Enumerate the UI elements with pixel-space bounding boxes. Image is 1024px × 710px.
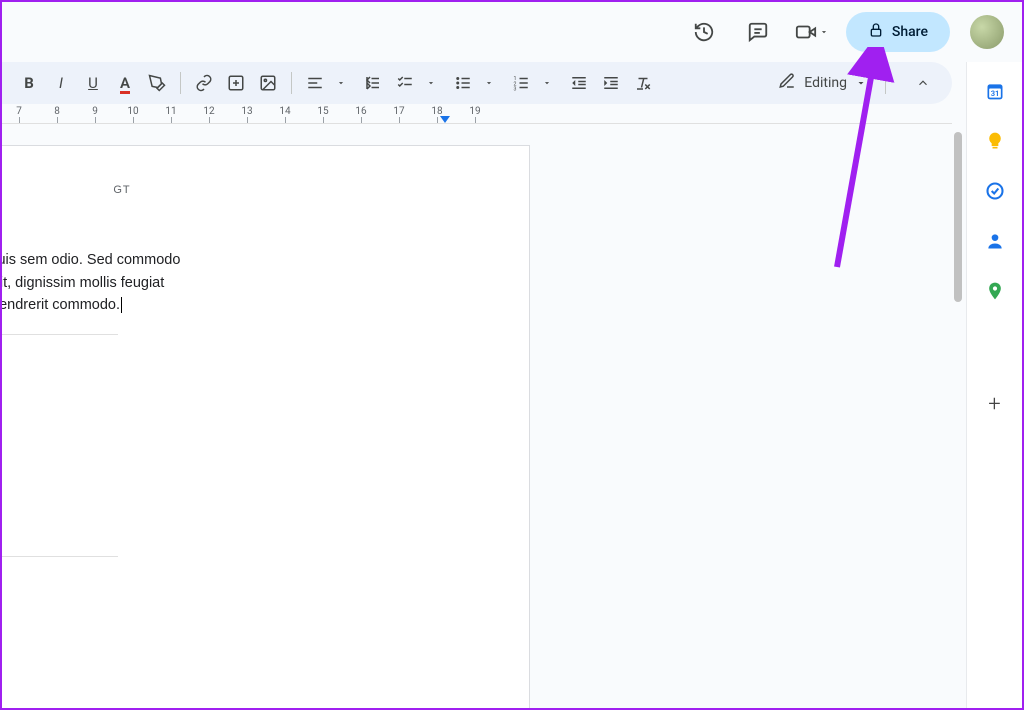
vertical-scrollbar[interactable] (954, 132, 964, 312)
link-button[interactable] (189, 69, 219, 97)
add-comment-button[interactable] (221, 69, 251, 97)
document-canvas[interactable]: GT sectetur adipiscing elit. Curabitur q… (2, 127, 952, 708)
divider (2, 334, 118, 335)
indent-marker[interactable] (440, 116, 450, 123)
toolbar-separator (291, 72, 292, 94)
bold-button[interactable]: B (14, 69, 44, 97)
text-cursor (121, 297, 122, 313)
align-dropdown[interactable] (326, 69, 356, 97)
paragraph[interactable]: sectetur adipiscing elit. Curabitur quis… (2, 249, 469, 316)
tasks-icon[interactable] (984, 180, 1006, 202)
text-line: sectetur adipiscing elit. Curabitur quis… (2, 252, 180, 268)
history-icon[interactable] (684, 12, 724, 52)
collapse-toolbar-button[interactable] (906, 66, 940, 100)
maps-icon[interactable] (984, 280, 1006, 302)
contacts-icon[interactable] (984, 230, 1006, 252)
text-color-button[interactable]: A (110, 69, 140, 97)
calendar-icon[interactable]: 31 (984, 80, 1006, 102)
format-toolbar: B I U A 123 (2, 62, 952, 104)
add-addon-button[interactable]: + (988, 392, 1000, 417)
toolbar-separator (180, 72, 181, 94)
highlight-button[interactable] (142, 69, 172, 97)
page-header[interactable]: GT (2, 182, 469, 199)
editing-label: Editing (804, 75, 847, 91)
editing-mode-button[interactable]: Editing (768, 68, 877, 98)
chevron-down-icon (855, 77, 867, 89)
clear-formatting-button[interactable] (628, 69, 658, 97)
underline-button[interactable]: U (78, 69, 108, 97)
share-button[interactable]: Share (846, 12, 950, 52)
checklist-dropdown[interactable] (416, 69, 446, 97)
horizontal-ruler[interactable]: 678910111213141516171819 (2, 104, 952, 124)
pencil-icon (778, 72, 796, 94)
decrease-indent-button[interactable] (564, 69, 594, 97)
share-label: Share (892, 24, 928, 40)
scrollbar-thumb[interactable] (954, 132, 962, 302)
side-panel: 31 + (966, 62, 1022, 708)
account-avatar[interactable] (970, 15, 1004, 49)
text-line: odio consectetur in. Mauris dolor elit, … (2, 275, 164, 291)
meet-button[interactable] (792, 12, 832, 52)
toolbar-separator (885, 72, 886, 94)
divider (2, 556, 118, 557)
line-spacing-button[interactable] (358, 69, 388, 97)
app-header: Share (2, 2, 1022, 62)
text-line: ntesque venenatis odio nec nunc hendreri… (2, 297, 120, 313)
lock-icon (868, 22, 884, 42)
increase-indent-button[interactable] (596, 69, 626, 97)
svg-text:31: 31 (990, 89, 999, 98)
keep-icon[interactable] (984, 130, 1006, 152)
svg-text:3: 3 (514, 87, 517, 93)
comments-icon[interactable] (738, 12, 778, 52)
bulleted-list-dropdown[interactable] (474, 69, 504, 97)
insert-image-button[interactable] (253, 69, 283, 97)
italic-button[interactable]: I (46, 69, 76, 97)
numbered-list-dropdown[interactable] (532, 69, 562, 97)
document-page[interactable]: GT sectetur adipiscing elit. Curabitur q… (2, 145, 530, 708)
